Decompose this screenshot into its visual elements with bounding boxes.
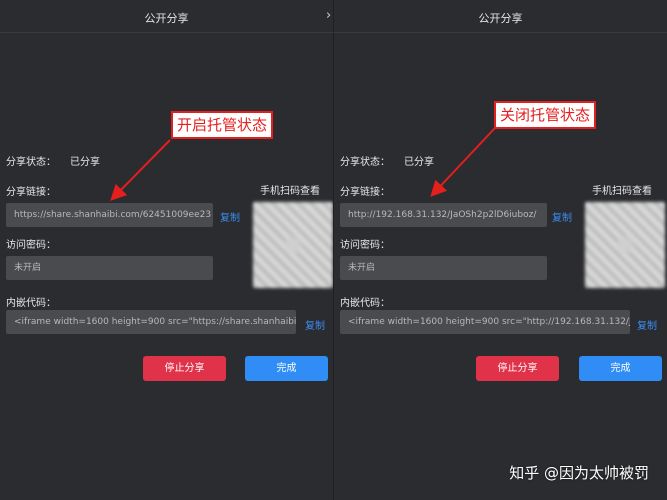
annotation-unhosted-label: 关闭托管状态 bbox=[494, 101, 597, 129]
embed-code-label: 内嵌代码： bbox=[6, 298, 56, 309]
password-field[interactable]: 未开启 bbox=[6, 256, 213, 280]
share-status-label: 分享状态： bbox=[6, 157, 56, 168]
share-status-label: 分享状态： bbox=[340, 157, 390, 168]
qr-label: 手机扫码查看 bbox=[592, 186, 652, 197]
done-button[interactable]: 完成 bbox=[579, 356, 662, 381]
password-label: 访问密码： bbox=[6, 240, 56, 251]
share-status-value: 已分享 bbox=[404, 157, 434, 168]
embed-code-label: 内嵌代码： bbox=[340, 298, 390, 309]
stop-sharing-button[interactable]: 停止分享 bbox=[476, 356, 559, 381]
qr-code bbox=[253, 202, 333, 288]
dialog-title: 公开分享 bbox=[144, 12, 189, 25]
dialog-header: 公开分享 bbox=[334, 0, 667, 33]
share-dialog-hosted: 公开分享 › 分享状态： 已分享 分享链接： https://share.sha… bbox=[0, 0, 333, 500]
share-status-value: 已分享 bbox=[70, 157, 100, 168]
copy-link-button[interactable]: 复制 bbox=[220, 209, 240, 224]
share-link-label: 分享链接： bbox=[6, 187, 56, 198]
done-button[interactable]: 完成 bbox=[245, 356, 328, 381]
annotation-hosted-label: 开启托管状态 bbox=[171, 111, 274, 139]
password-field[interactable]: 未开启 bbox=[340, 256, 547, 280]
embed-code-field[interactable]: <iframe width=1600 height=900 src="https… bbox=[6, 310, 296, 334]
dialog-header: 公开分享 › bbox=[0, 0, 333, 33]
copy-embed-button[interactable]: 复制 bbox=[637, 317, 657, 332]
share-link-field[interactable]: https://share.shanhaibi.com/62451009ee23 bbox=[6, 203, 213, 227]
stop-sharing-button[interactable]: 停止分享 bbox=[143, 356, 226, 381]
share-link-field[interactable]: http://192.168.31.132/JaOSh2p2lD6iuboz/ bbox=[340, 203, 547, 227]
chevron-right-icon[interactable]: › bbox=[326, 8, 331, 23]
share-dialog-unhosted: 公开分享 分享状态： 已分享 分享链接： http://192.168.31.1… bbox=[334, 0, 667, 500]
share-link-label: 分享链接： bbox=[340, 187, 390, 198]
qr-code bbox=[585, 202, 665, 288]
embed-code-field[interactable]: <iframe width=1600 height=900 src="http:… bbox=[340, 310, 630, 334]
qr-label: 手机扫码查看 bbox=[260, 186, 320, 197]
copy-link-button[interactable]: 复制 bbox=[552, 209, 572, 224]
dialog-title: 公开分享 bbox=[478, 12, 523, 25]
watermark: 知乎 @因为太帅被罚 bbox=[509, 464, 649, 482]
password-label: 访问密码： bbox=[340, 240, 390, 251]
copy-embed-button[interactable]: 复制 bbox=[305, 317, 325, 332]
